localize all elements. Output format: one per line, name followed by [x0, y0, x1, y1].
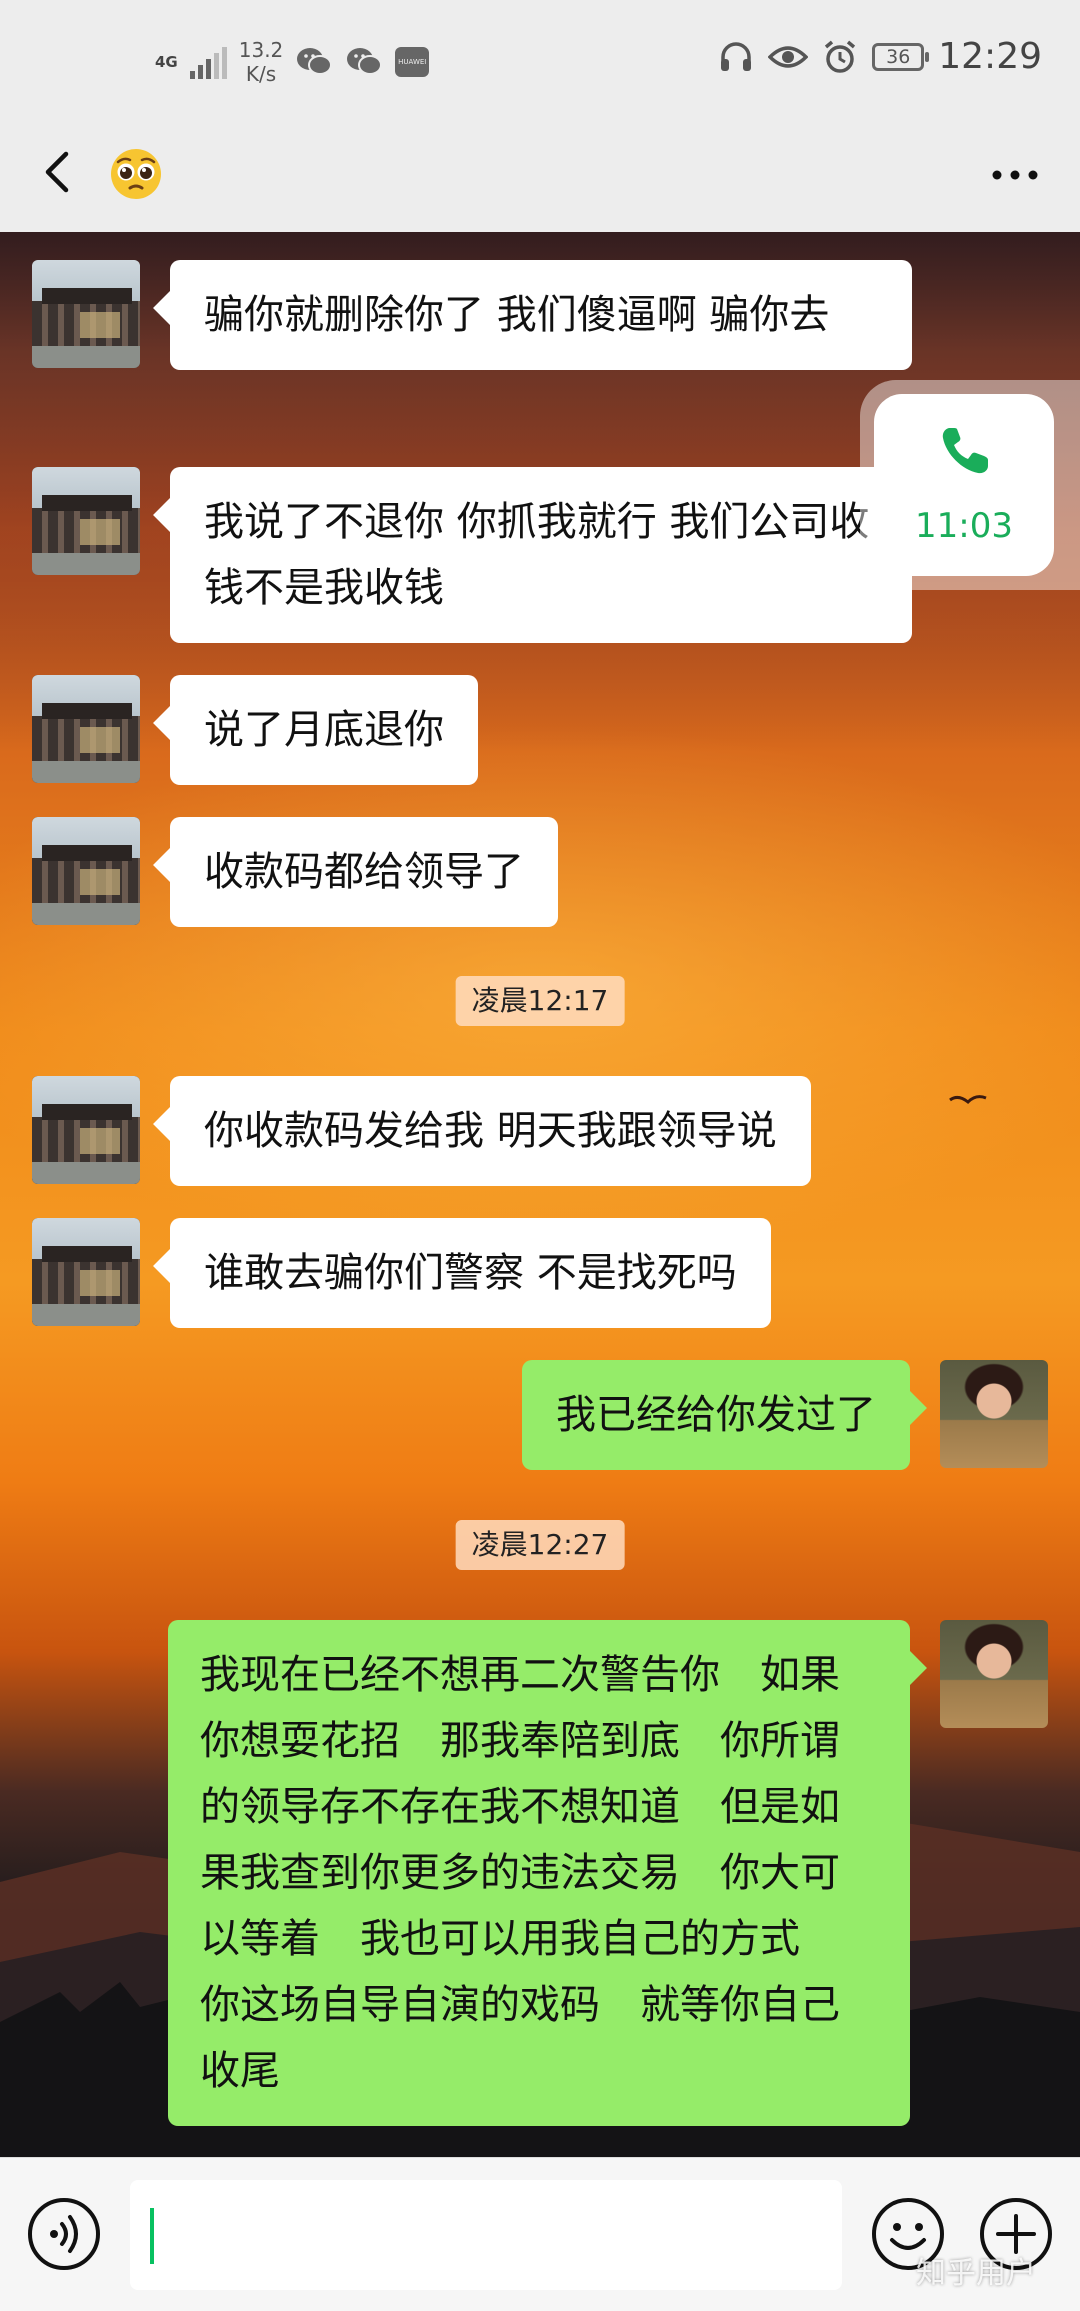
signal-icon — [189, 45, 227, 79]
avatar[interactable] — [32, 817, 140, 925]
message-bubble[interactable]: 我说了不退你 你抓我就行 我们公司收钱不是我收钱 — [170, 467, 912, 643]
avatar[interactable] — [940, 1620, 1048, 1728]
message-bubble[interactable]: 我现在已经不想再二次警告你 如果你想耍花招 那我奉陪到底 你所谓的领导存不存在我… — [168, 1620, 910, 2126]
status-bar: 4G 13.2 K/s HUAWEI 36 12:29 — [0, 0, 1080, 120]
chat-header — [0, 120, 1080, 232]
avatar[interactable] — [940, 1360, 1048, 1468]
avatar[interactable] — [32, 467, 140, 575]
avatar[interactable] — [32, 1218, 140, 1326]
more-icon[interactable] — [980, 150, 1050, 200]
wechat-icon — [297, 48, 333, 75]
chat-area[interactable]: 骗你就删除你了 我们傻逼啊 骗你去 我说了不退你 你抓我就行 我们公司收钱不是我… — [0, 232, 1080, 2157]
watermark: 知乎用户 — [916, 2256, 1036, 2291]
floating-call-widget[interactable]: 11:03 — [860, 380, 1080, 590]
voice-icon — [50, 2215, 78, 2253]
avatar[interactable] — [32, 675, 140, 783]
wechat-icon — [347, 48, 383, 75]
text-cursor — [150, 2208, 154, 2264]
alarm-icon — [825, 40, 856, 73]
voice-button[interactable] — [28, 2198, 100, 2270]
network-speed: 13.2 K/s — [239, 38, 284, 86]
status-right: 36 12:29 — [718, 36, 1042, 77]
headphones-icon — [721, 41, 752, 71]
floating-call-card[interactable]: 11:03 — [874, 394, 1054, 576]
message-bubble[interactable]: 骗你就删除你了 我们傻逼啊 骗你去 — [170, 260, 912, 370]
network-label: 4G — [155, 53, 178, 71]
message-bubble[interactable]: 我已经给你发过了 — [522, 1360, 910, 1470]
huawei-app-icon: HUAWEI — [395, 47, 430, 77]
status-time: 12:29 — [938, 36, 1042, 77]
eye-icon — [768, 45, 809, 68]
status-left: 4G 13.2 K/s HUAWEI — [155, 38, 430, 86]
call-duration: 11:03 — [915, 506, 1013, 546]
huawei-app-label: HUAWEI — [398, 58, 427, 66]
network-speed-value: 13.2 — [238, 38, 284, 62]
pleading-face-icon — [111, 149, 161, 199]
bird-icon — [949, 1095, 987, 1105]
avatar[interactable] — [32, 1076, 140, 1184]
battery-icon: 36 — [872, 42, 930, 71]
avatar[interactable] — [32, 260, 140, 368]
phone-icon — [942, 428, 988, 474]
network-speed-unit: K/s — [245, 62, 277, 86]
message-bubble[interactable]: 说了月底退你 — [170, 675, 478, 785]
message-bubble[interactable]: 收款码都给领导了 — [170, 817, 558, 927]
timestamp: 凌晨12:17 — [455, 976, 625, 1026]
timestamp: 凌晨12:27 — [455, 1520, 625, 1570]
battery-level: 36 — [886, 45, 911, 68]
message-bubble[interactable]: 你收款码发给我 明天我跟领导说 — [170, 1076, 811, 1186]
chat-title — [106, 144, 166, 204]
message-bubble[interactable]: 谁敢去骗你们警察 不是找死吗 — [170, 1218, 771, 1328]
message-input[interactable] — [130, 2180, 842, 2290]
back-icon[interactable] — [30, 142, 90, 202]
